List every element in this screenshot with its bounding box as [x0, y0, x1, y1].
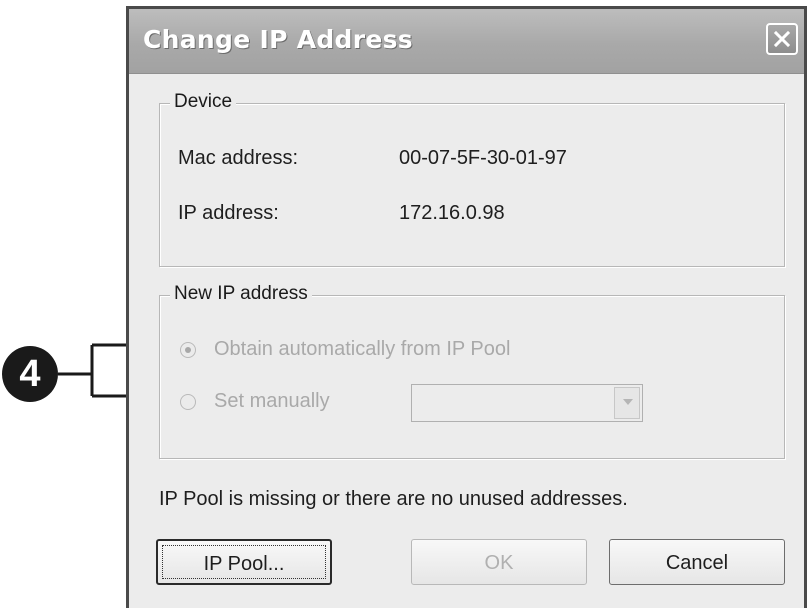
manual-ip-select[interactable] — [411, 384, 643, 422]
manual-ip-radio[interactable] — [180, 394, 196, 410]
mac-address-label: Mac address: — [178, 147, 299, 169]
cancel-button[interactable]: Cancel — [609, 539, 785, 585]
close-button[interactable] — [766, 23, 798, 55]
device-legend: Device — [170, 91, 237, 113]
dropdown-button[interactable] — [614, 387, 640, 419]
callout-marker: 4 — [2, 346, 58, 402]
ok-button[interactable]: OK — [411, 539, 587, 585]
title-bar: Change IP Address — [129, 9, 804, 74]
chevron-down-icon — [623, 399, 633, 405]
ip-pool-button-label: IP Pool... — [203, 553, 285, 575]
ok-button-label: OK — [484, 552, 514, 574]
cancel-button-label: Cancel — [665, 552, 729, 574]
ip-address-value: 172.16.0.98 — [399, 202, 505, 224]
status-message: IP Pool is missing or there are no unuse… — [159, 488, 628, 510]
ip-address-label: IP address: — [178, 202, 279, 224]
dialog-title: Change IP Address — [143, 25, 413, 54]
close-icon — [773, 30, 791, 48]
ip-pool-button[interactable]: IP Pool... — [156, 539, 332, 585]
manual-ip-radio-option[interactable]: Set manually — [180, 388, 410, 416]
auto-ip-radio-option[interactable]: Obtain automatically from IP Pool — [180, 336, 580, 364]
new-ip-groupbox: New IP address Obtain automatically from… — [159, 283, 785, 459]
auto-ip-radio[interactable] — [180, 342, 196, 358]
mac-address-value: 00-07-5F-30-01-97 — [399, 147, 567, 169]
new-ip-legend: New IP address — [170, 283, 312, 305]
device-groupbox: Device Mac address: 00-07-5F-30-01-97 IP… — [159, 91, 785, 267]
auto-ip-label: Obtain automatically from IP Pool — [214, 338, 511, 360]
manual-ip-label: Set manually — [214, 390, 330, 412]
change-ip-dialog: Change IP Address Device Mac address: 00… — [126, 6, 807, 608]
